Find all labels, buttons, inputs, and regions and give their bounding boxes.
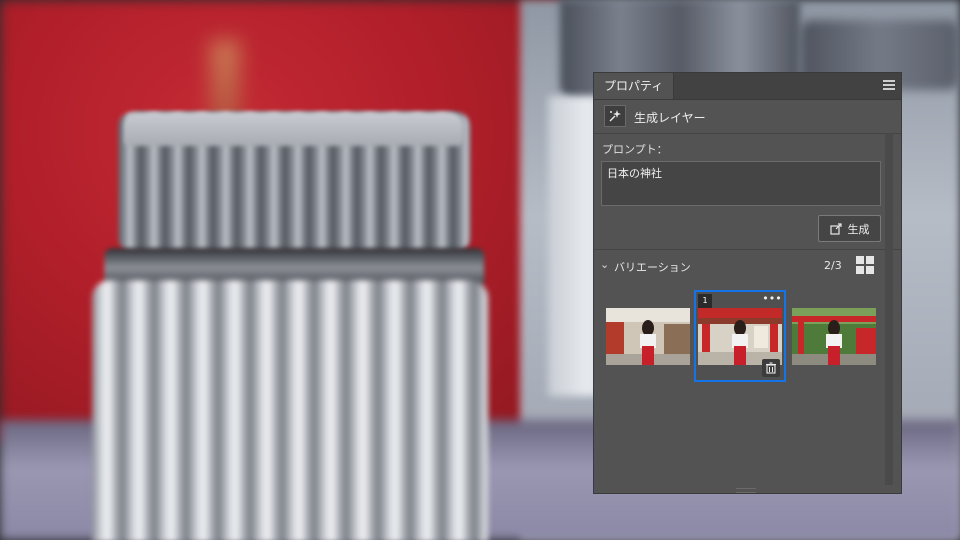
divider bbox=[594, 133, 901, 134]
variation-thumbnail-3[interactable] bbox=[792, 308, 876, 365]
prompt-input[interactable]: 日本の神社 bbox=[601, 161, 881, 206]
jar-body bbox=[92, 280, 488, 540]
generate-refresh-icon bbox=[829, 222, 842, 235]
generate-button[interactable]: 生成 bbox=[818, 215, 881, 242]
jar-cap-top bbox=[124, 112, 464, 146]
panel-tab-bar: プロパティ bbox=[594, 73, 901, 100]
panel-resize-grip[interactable] bbox=[736, 488, 756, 493]
hamburger-icon[interactable] bbox=[883, 80, 895, 90]
variation-thumbnail-2[interactable] bbox=[698, 308, 782, 365]
selected-badge-icon: 1 bbox=[698, 294, 712, 308]
chevron-down-icon[interactable]: ⌄ bbox=[600, 258, 609, 271]
tab-properties[interactable]: プロパティ bbox=[594, 73, 675, 99]
generative-sparkle-icon bbox=[604, 105, 626, 127]
layer-type-row: 生成レイヤー bbox=[604, 105, 894, 131]
variations-title: バリエーション bbox=[614, 261, 691, 274]
variations-count: 2/3 bbox=[824, 259, 842, 272]
generate-button-label: 生成 bbox=[847, 222, 870, 236]
grid-view-icon[interactable] bbox=[856, 256, 874, 274]
layer-type-label: 生成レイヤー bbox=[634, 111, 706, 125]
variations-header[interactable]: ⌄ バリエーション 2/3 bbox=[600, 256, 888, 276]
variation-thumbnail-1[interactable] bbox=[606, 308, 690, 365]
properties-panel: プロパティ 生成レイヤー プロンプト： 日本の神社 生成 ⌄ バリエーション 2… bbox=[593, 72, 902, 494]
divider bbox=[594, 249, 901, 250]
prompt-label: プロンプト： bbox=[602, 143, 668, 156]
trash-icon[interactable] bbox=[762, 359, 780, 377]
panel-scrollbar[interactable] bbox=[885, 133, 893, 485]
more-options-icon[interactable]: ••• bbox=[762, 293, 782, 307]
